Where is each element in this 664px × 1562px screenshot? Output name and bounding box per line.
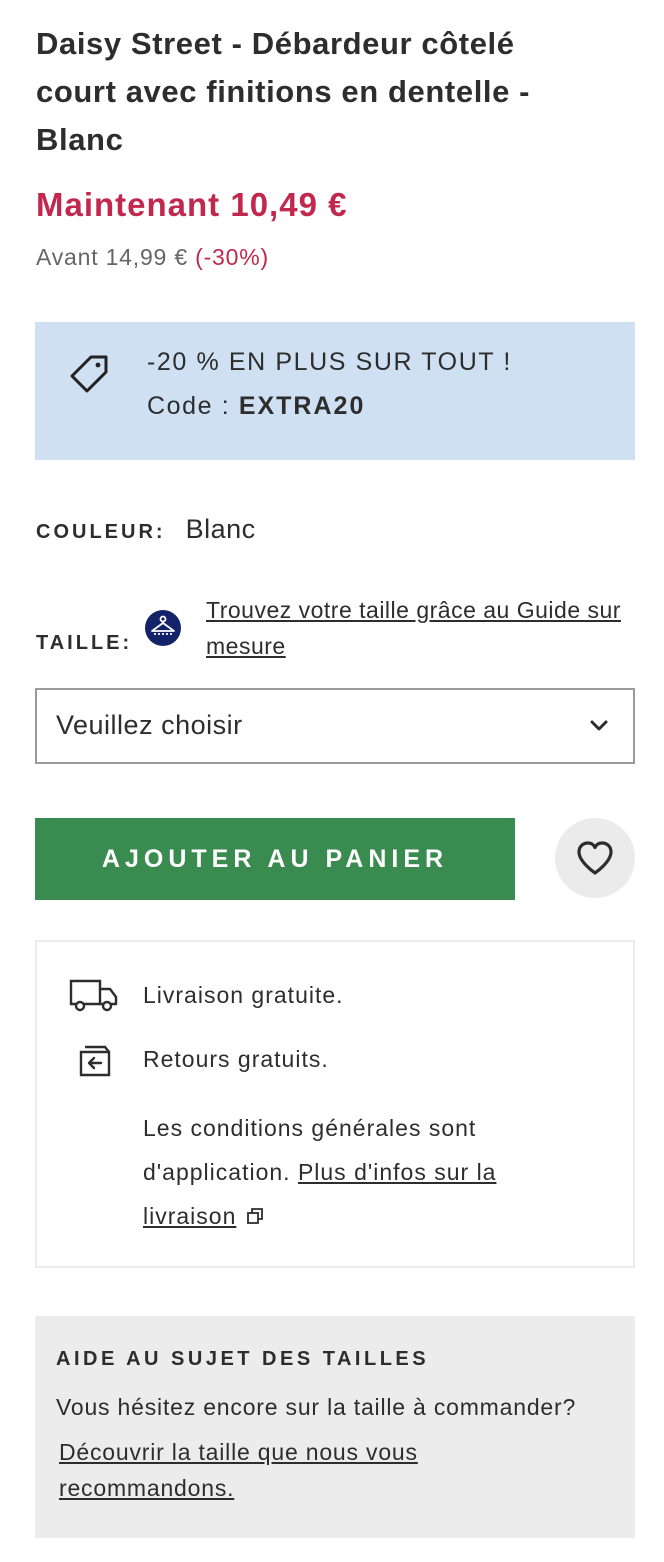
colour-label: COULEUR:: [36, 521, 166, 543]
truck-icon: [69, 979, 118, 1012]
promo-code-line: Code : EXTRA20: [147, 392, 365, 421]
return-box-icon: [79, 1045, 111, 1077]
size-help-heading: AIDE AU SUJET DES TAILLES: [56, 1348, 430, 1370]
chevron-down-icon: [590, 720, 608, 731]
hanger-icon: [145, 610, 181, 646]
heart-icon: [577, 841, 613, 875]
current-price: Maintenant 10,49 €: [36, 186, 348, 223]
size-select[interactable]: Veuillez choisir: [35, 688, 635, 764]
delivery-conditions: Les conditions générales sont d'applicat…: [143, 1106, 583, 1238]
discount-percent: (-30%): [195, 244, 269, 270]
colour-value: Blanc: [185, 514, 256, 544]
external-link-icon: [247, 1208, 264, 1224]
previous-price: Avant 14,99 € (-30%): [36, 244, 269, 271]
free-delivery-text: Livraison gratuite.: [143, 982, 344, 1008]
size-help-text: Vous hésitez encore sur la taille à comm…: [56, 1394, 577, 1420]
promo-banner: -20 % EN PLUS SUR TOUT ! Code : EXTRA20: [35, 322, 635, 460]
promo-code-label: Code :: [147, 392, 231, 420]
tag-icon: [70, 355, 108, 393]
colour-selector: COULEUR: Blanc: [36, 514, 256, 545]
product-title: Daisy Street - Débardeur côtelé court av…: [36, 26, 531, 157]
size-recommendation-link[interactable]: Découvrir la taille que nous vous recomm…: [59, 1434, 479, 1506]
size-help-box: AIDE AU SUJET DES TAILLES Vous hésitez e…: [35, 1316, 635, 1538]
size-label: TAILLE:: [36, 632, 133, 654]
promo-headline: -20 % EN PLUS SUR TOUT !: [147, 348, 512, 376]
size-select-value: Veuillez choisir: [56, 710, 243, 740]
add-to-cart-button[interactable]: AJOUTER AU PANIER: [35, 818, 515, 900]
previous-price-value: Avant 14,99 €: [36, 244, 188, 270]
free-returns-text: Retours gratuits.: [143, 1046, 329, 1072]
size-guide-link[interactable]: Trouvez votre taille grâce au Guide sur …: [206, 592, 636, 664]
delivery-info-box: Livraison gratuite. Retours gratuits. Le…: [35, 940, 635, 1268]
promo-code: EXTRA20: [238, 392, 366, 420]
wishlist-button[interactable]: [555, 818, 635, 898]
